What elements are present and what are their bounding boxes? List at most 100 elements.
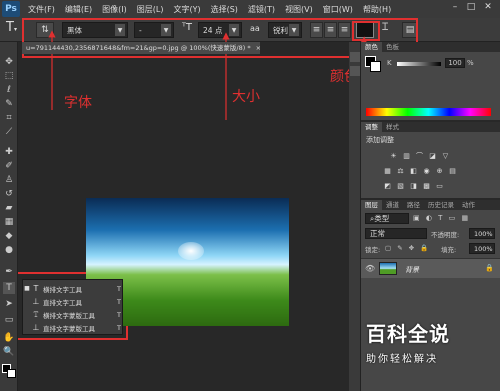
- eyedropper-tool-icon[interactable]: ⟋: [3, 126, 15, 138]
- selected-mark-icon: ■: [24, 285, 30, 292]
- channel-mixer-icon[interactable]: ⊕: [435, 167, 444, 176]
- flyout-item-vertical-type[interactable]: ⊥ 直排文字工具 T: [23, 296, 124, 307]
- healing-brush-tool-icon[interactable]: ✚: [3, 146, 15, 158]
- photo-filter-icon[interactable]: ◉: [422, 167, 431, 176]
- fill-field[interactable]: 100%: [469, 243, 495, 254]
- shape-tool-icon[interactable]: ▭: [3, 314, 15, 326]
- horizontal-type-icon: T: [33, 284, 39, 293]
- flyout-item-vertical-type-mask[interactable]: ⊥ 直排文字蒙版工具 T: [23, 322, 124, 333]
- eraser-tool-icon[interactable]: ▰: [3, 202, 15, 214]
- zoom-tool-icon[interactable]: 🔍: [3, 346, 15, 358]
- black-white-icon[interactable]: ◧: [409, 167, 418, 176]
- tab-actions[interactable]: 动作: [458, 200, 479, 210]
- menu-file[interactable]: 文件(F): [23, 4, 60, 15]
- size-annotation: 大小: [232, 89, 260, 105]
- menu-type[interactable]: 文字(Y): [168, 4, 205, 15]
- properties-panel-icon[interactable]: [350, 66, 360, 76]
- eye-icon[interactable]: 👁: [365, 264, 375, 273]
- black-slider[interactable]: [397, 62, 441, 66]
- menu-help[interactable]: 帮助(H): [358, 4, 396, 15]
- gradient-map-icon[interactable]: ▭: [435, 182, 444, 191]
- add-adjustment-title: 添加调整: [366, 136, 394, 144]
- background-color-swatch[interactable]: [7, 369, 16, 378]
- tab-history[interactable]: 历史记录: [424, 200, 458, 210]
- close-tab-icon[interactable]: ×: [256, 44, 260, 52]
- restore-button[interactable]: □: [464, 2, 478, 15]
- color-lookup-icon[interactable]: ▤: [448, 167, 457, 176]
- brightness-icon[interactable]: ☀: [389, 152, 398, 161]
- flyout-item-horizontal-type-mask[interactable]: 𝚃 横排文字蒙版工具 T: [23, 309, 124, 320]
- history-brush-tool-icon[interactable]: ↺: [3, 188, 15, 200]
- blur-tool-icon[interactable]: ◆: [3, 230, 15, 242]
- tools-panel: ✥ ⬚ ℓ ✎ ⌗ ⟋ ✚ ✐ ♙ ↺ ▰ ▦ ◆ ● ✒ T ➤ ▭ ✋ 🔍: [0, 42, 18, 391]
- tab-styles[interactable]: 样式: [382, 122, 403, 132]
- history-panel-icon[interactable]: [350, 52, 360, 62]
- lock-label: 锁定:: [365, 246, 381, 254]
- layer-thumbnail: [379, 262, 397, 275]
- curves-icon[interactable]: ⌒: [415, 152, 424, 161]
- threshold-icon[interactable]: ◨: [409, 182, 418, 191]
- channel-label: K: [387, 59, 392, 67]
- fill-label: 填充:: [441, 246, 457, 254]
- horizontal-type-mask-icon: 𝚃: [33, 309, 39, 319]
- clone-stamp-tool-icon[interactable]: ♙: [3, 174, 15, 186]
- color-balance-icon[interactable]: ⚖: [396, 167, 405, 176]
- flyout-item-horizontal-type[interactable]: ■ T 横排文字工具 T: [23, 283, 124, 294]
- channel-unit: %: [467, 59, 474, 67]
- lasso-tool-icon[interactable]: ℓ: [3, 84, 15, 96]
- channel-value-field[interactable]: 100: [445, 58, 465, 68]
- vibrance-icon[interactable]: ▽: [441, 152, 450, 161]
- color-panel: 颜色 色板 K 100 %: [361, 42, 500, 120]
- levels-icon[interactable]: ▥: [402, 152, 411, 161]
- path-select-tool-icon[interactable]: ➤: [3, 298, 15, 310]
- blend-mode-select[interactable]: 正常: [365, 228, 427, 239]
- minimize-button[interactable]: –: [448, 2, 462, 15]
- layer-name[interactable]: 背景: [405, 265, 419, 275]
- posterize-icon[interactable]: ▧: [396, 182, 405, 191]
- menu-select[interactable]: 选择(S): [206, 4, 243, 15]
- tab-paths[interactable]: 路径: [403, 200, 424, 210]
- layer-filter-select[interactable]: ⌕ 类型: [365, 213, 409, 224]
- menu-view[interactable]: 视图(V): [280, 4, 318, 15]
- menu-layer[interactable]: 图层(L): [132, 4, 169, 15]
- opacity-field[interactable]: 100%: [469, 228, 495, 239]
- layer-filter-icons[interactable]: ▣ ◐ T ▭ ▦: [413, 214, 470, 222]
- type-tool-icon[interactable]: T: [3, 282, 15, 294]
- type-tool-flyout: ■ T 横排文字工具 T ⊥ 直排文字工具 T 𝚃 横排文字蒙版工具 T ⊥ 直…: [22, 279, 123, 335]
- hue-saturation-icon[interactable]: ▦: [383, 167, 392, 176]
- tab-layers[interactable]: 图层: [361, 200, 382, 210]
- dodge-tool-icon[interactable]: ●: [3, 244, 15, 256]
- document-tab[interactable]: u=791144430,2356871648&fm=21&gp=0.jpg @ …: [22, 42, 260, 54]
- tab-channels[interactable]: 通道: [382, 200, 403, 210]
- color-spectrum[interactable]: [366, 108, 491, 116]
- gradient-tool-icon[interactable]: ▦: [3, 216, 15, 228]
- lock-icon: 🔒: [485, 264, 494, 272]
- panel-icon-strip: [349, 42, 361, 391]
- menu-image[interactable]: 图像(I): [97, 4, 132, 15]
- crop-tool-icon[interactable]: ⌗: [3, 112, 15, 124]
- menu-filter[interactable]: 滤镜(T): [243, 4, 280, 15]
- selective-color-icon[interactable]: ▩: [422, 182, 431, 191]
- quick-select-tool-icon[interactable]: ✎: [3, 98, 15, 110]
- brush-tool-icon[interactable]: ✐: [3, 160, 15, 172]
- close-window-button[interactable]: ✕: [481, 2, 495, 15]
- lock-icons[interactable]: ▢ ✎ ✥ 🔒: [385, 244, 430, 252]
- tab-swatches[interactable]: 色板: [382, 42, 403, 52]
- hand-tool-icon[interactable]: ✋: [3, 332, 15, 344]
- tab-color[interactable]: 颜色: [361, 42, 382, 52]
- watermark: 百科全说 助你轻松解决: [366, 318, 458, 366]
- exposure-icon[interactable]: ◪: [428, 152, 437, 161]
- adjustments-panel: 调整 样式 添加调整 ☀ ▥ ⌒ ◪ ▽ ▦ ⚖ ◧ ◉ ⊕ ▤ ◩ ▧ ◨ ▩…: [361, 122, 500, 198]
- marquee-tool-icon[interactable]: ⬚: [3, 70, 15, 82]
- menu-edit[interactable]: 编辑(E): [60, 4, 97, 15]
- move-tool-icon[interactable]: ✥: [3, 56, 15, 68]
- menu-bar: Ps 文件(F) 编辑(E) 图像(I) 图层(L) 文字(Y) 选择(S) 滤…: [0, 0, 500, 18]
- invert-icon[interactable]: ◩: [383, 182, 392, 191]
- menu-window[interactable]: 窗口(W): [318, 4, 358, 15]
- pen-tool-icon[interactable]: ✒: [3, 266, 15, 278]
- font-annotation: 字体: [64, 95, 92, 111]
- watermark-title: 百科全说: [366, 322, 450, 346]
- layer-row[interactable]: 👁 背景 🔒: [361, 258, 500, 278]
- tab-adjustments[interactable]: 调整: [361, 122, 382, 132]
- panel-background-swatch[interactable]: [370, 61, 381, 72]
